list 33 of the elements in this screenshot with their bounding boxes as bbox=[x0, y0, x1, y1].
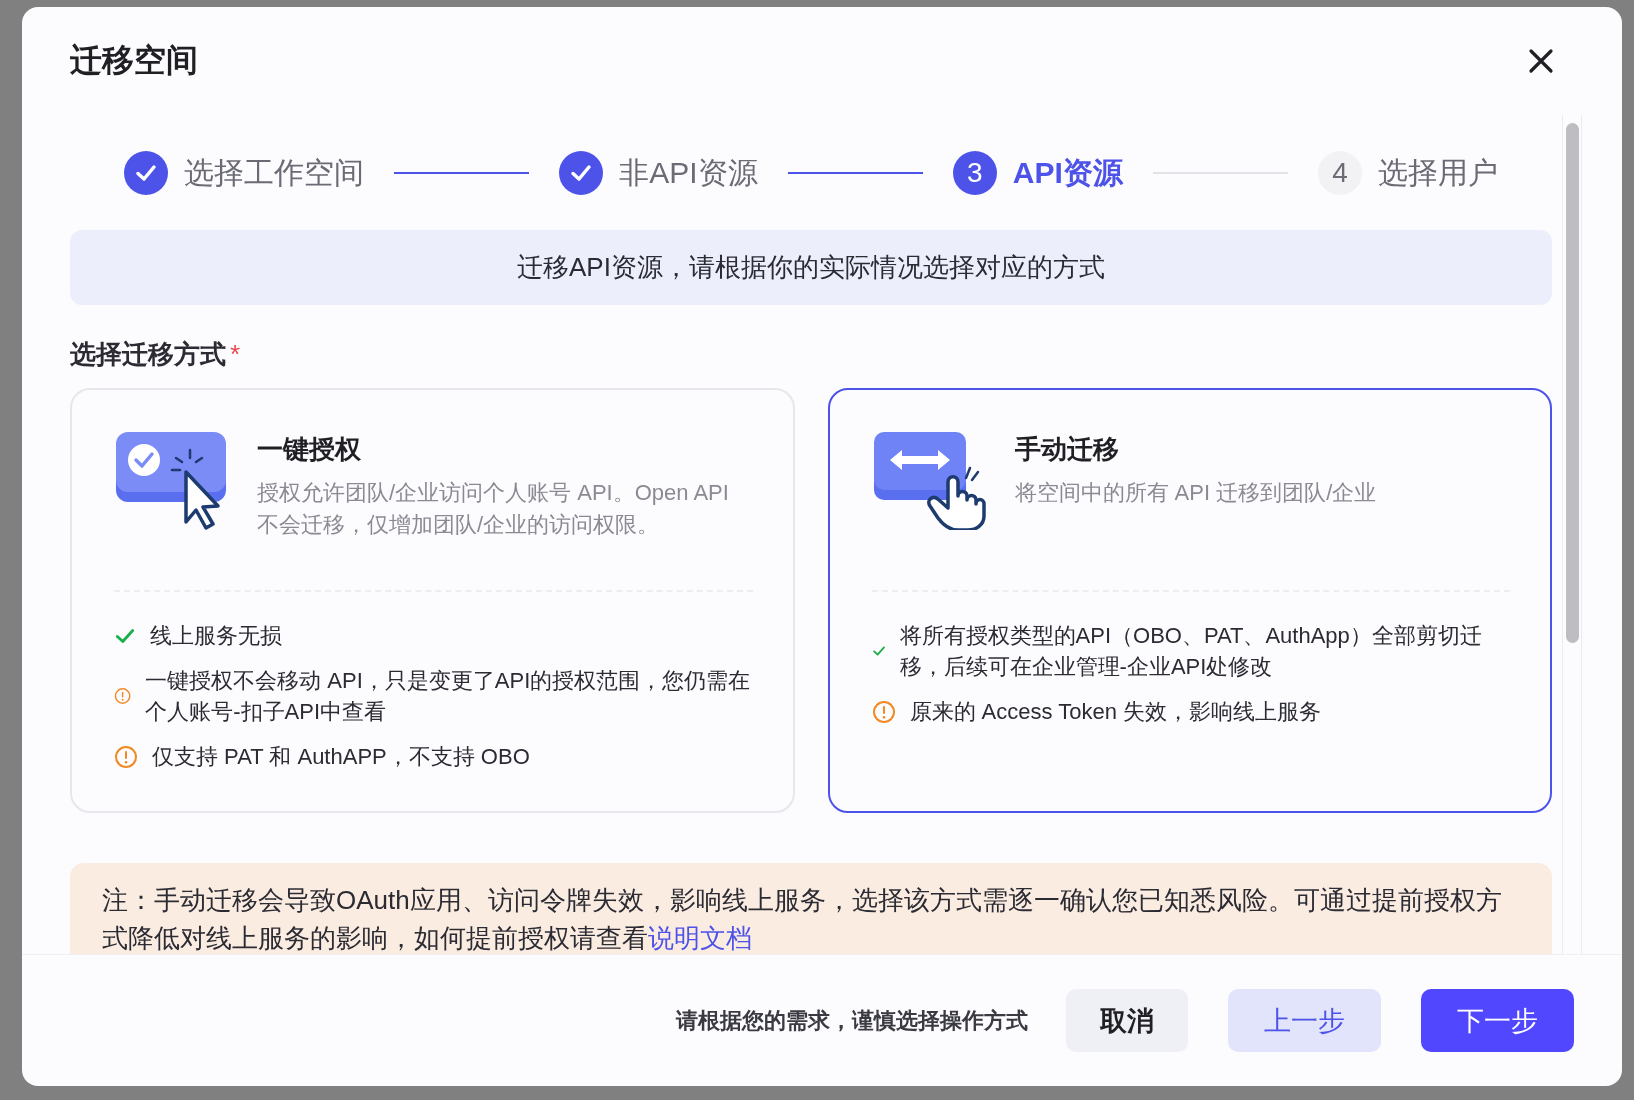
required-mark: * bbox=[230, 339, 241, 370]
step-label: 选择工作空间 bbox=[184, 154, 364, 191]
hand-swipe-illustration-icon bbox=[871, 430, 987, 530]
warning-icon bbox=[871, 699, 896, 724]
option-card[interactable]: 手动迁移 将空间中的所有 API 迁移到团队/企业 将所有授权类型的API（OBO、PAT、AuthApp）全部剪切迁移，后续可在企业管理-企业API处修改 原来的 Access Token 失效，影响线上服务 bbox=[827, 388, 1552, 813]
option-description: 将空间中的所有 API 迁移到团队/企业 bbox=[1014, 479, 1377, 507]
option-title: 一键授权 bbox=[257, 433, 362, 466]
doc-link[interactable]: 说明文档 bbox=[648, 923, 752, 953]
notice-text: 注：手动迁移会导致OAuth应用、访问令牌失效，影响线上服务，选择该方式需逐一确认您已知悉风险。可通过提前授权方式降低对线上服务的影响，如何提前授权请查看说明文档 bbox=[102, 884, 1503, 954]
option-card[interactable]: 一键授权 授权允许团队/企业访问个人账号 API。Open API 不会迁移，仅增加团队/企业的访问权限。 线上服务无损 一键授权不会移动 API，只是变更了API的授权范围，您仍需在个人账号-扣子API中查看 仅支持 PAT 和 AuthAPP，不支持 OBO bbox=[70, 388, 795, 813]
back-button[interactable]: 上一步 bbox=[1228, 989, 1381, 1052]
scrollbar[interactable] bbox=[1562, 115, 1582, 954]
scrollbar-thumb[interactable] bbox=[1565, 123, 1579, 643]
footer-hint: 请根据您的需求，谨慎选择操作方式 bbox=[676, 1006, 1028, 1035]
step-number: 4 bbox=[1318, 151, 1362, 195]
option-description: 授权允许团队/企业访问个人账号 API。Open API 不会迁移，仅增加团队/企业的访问权限。 bbox=[257, 479, 730, 539]
option-note: 线上服务无损 bbox=[150, 622, 282, 650]
warning-icon bbox=[114, 744, 138, 769]
option-title: 手动迁移 bbox=[1014, 433, 1120, 466]
option-note: 一键授权不会移动 API，只是变更了API的授权范围，您仍需在个人账号-扣子API中查看 bbox=[145, 667, 752, 726]
field-label: 选择迁移方式 bbox=[70, 338, 226, 371]
step-label: API资源 bbox=[1012, 154, 1123, 191]
option-note: 仅支持 PAT 和 AuthAPP，不支持 OBO bbox=[152, 743, 530, 771]
step-number: 3 bbox=[952, 151, 997, 195]
cancel-button[interactable]: 取消 bbox=[1066, 989, 1188, 1052]
step-label: 非API资源 bbox=[619, 154, 758, 191]
click-illustration-icon bbox=[114, 430, 229, 530]
dialog-title: 迁移空间 bbox=[70, 41, 198, 80]
step-label: 选择用户 bbox=[1378, 154, 1498, 191]
banner-text: 迁移API资源，请根据你的实际情况选择对应的方式 bbox=[517, 251, 1105, 284]
option-note: 将所有授权类型的API（OBO、PAT、AuthApp）全部剪切迁移，后续可在企业管理-企业API处修改 bbox=[899, 622, 1483, 681]
option-note: 原来的 Access Token 失效，影响线上服务 bbox=[909, 698, 1322, 726]
next-button[interactable]: 下一步 bbox=[1421, 989, 1574, 1052]
